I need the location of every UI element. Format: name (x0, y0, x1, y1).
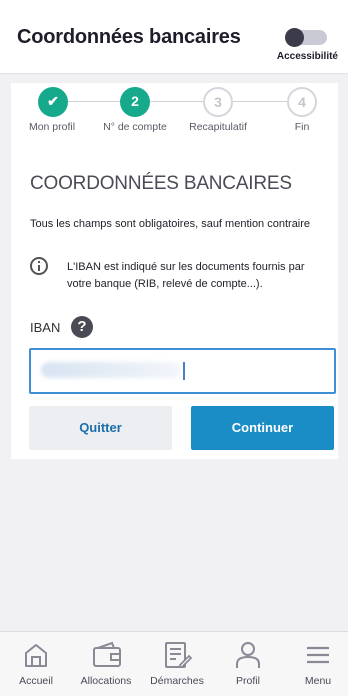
nav-item-allocations[interactable]: Allocations (71, 632, 141, 696)
step-3-label: Recapitulatif (189, 121, 247, 133)
nav-label: Profil (236, 675, 260, 687)
step-connector (233, 101, 287, 102)
text-cursor (183, 362, 185, 380)
toggle-knob (285, 28, 304, 47)
step-2-label: N° de compte (103, 121, 167, 133)
page-title: Coordonnées bancaires (17, 26, 241, 48)
home-icon (25, 644, 47, 667)
section-title: COORDONNÉES BANCAIRES (30, 173, 292, 194)
iban-label: IBAN (30, 320, 61, 335)
user-icon (236, 642, 260, 668)
accessibility-label: Accessibilité (276, 51, 338, 62)
info-icon (30, 257, 48, 275)
continue-button[interactable]: Continuer (191, 406, 334, 450)
nav-label: Démarches (150, 675, 204, 687)
required-fields-notice: Tous les champs sont obligatoires, sauf … (30, 218, 311, 230)
iban-info-text: L'IBAN est indiqué sur les documents fou… (67, 261, 305, 290)
iban-blurred-value (41, 362, 181, 378)
step-2-circle: 2 (120, 87, 150, 117)
step-4-circle: 4 (287, 87, 317, 117)
nav-item-accueil[interactable]: Accueil (1, 632, 71, 696)
menu-icon (307, 646, 329, 664)
nav-label: Menu (304, 675, 332, 687)
step-1-check-icon: ✔ (38, 87, 68, 117)
help-icon[interactable]: ? (71, 316, 93, 338)
document-edit-icon (165, 642, 193, 668)
step-connector (150, 101, 203, 102)
step-4-label: Fin (294, 121, 310, 133)
nav-item-menu[interactable]: Menu (283, 632, 348, 696)
step-3-circle: 3 (203, 87, 233, 117)
progress-stepper: ✔ 2 3 4 Mon profil N° de compte Recapitu… (11, 83, 338, 139)
nav-item-profil[interactable]: Profil (213, 632, 283, 696)
nav-label: Allocations (80, 675, 132, 687)
quit-button[interactable]: Quitter (29, 406, 172, 450)
app-header: Coordonnées bancaires Accessibilité (0, 0, 348, 74)
wallet-icon (93, 641, 121, 667)
nav-item-demarches[interactable]: Démarches (142, 632, 212, 696)
step-connector (68, 101, 120, 102)
step-1-label: Mon profil (28, 121, 76, 133)
nav-label: Accueil (19, 675, 53, 687)
form-card: ✔ 2 3 4 Mon profil N° de compte Recapitu… (11, 83, 338, 459)
accessibility-toggle[interactable] (285, 28, 327, 47)
bottom-navigation: Accueil Allocations Démarches Profil Men… (0, 631, 348, 696)
